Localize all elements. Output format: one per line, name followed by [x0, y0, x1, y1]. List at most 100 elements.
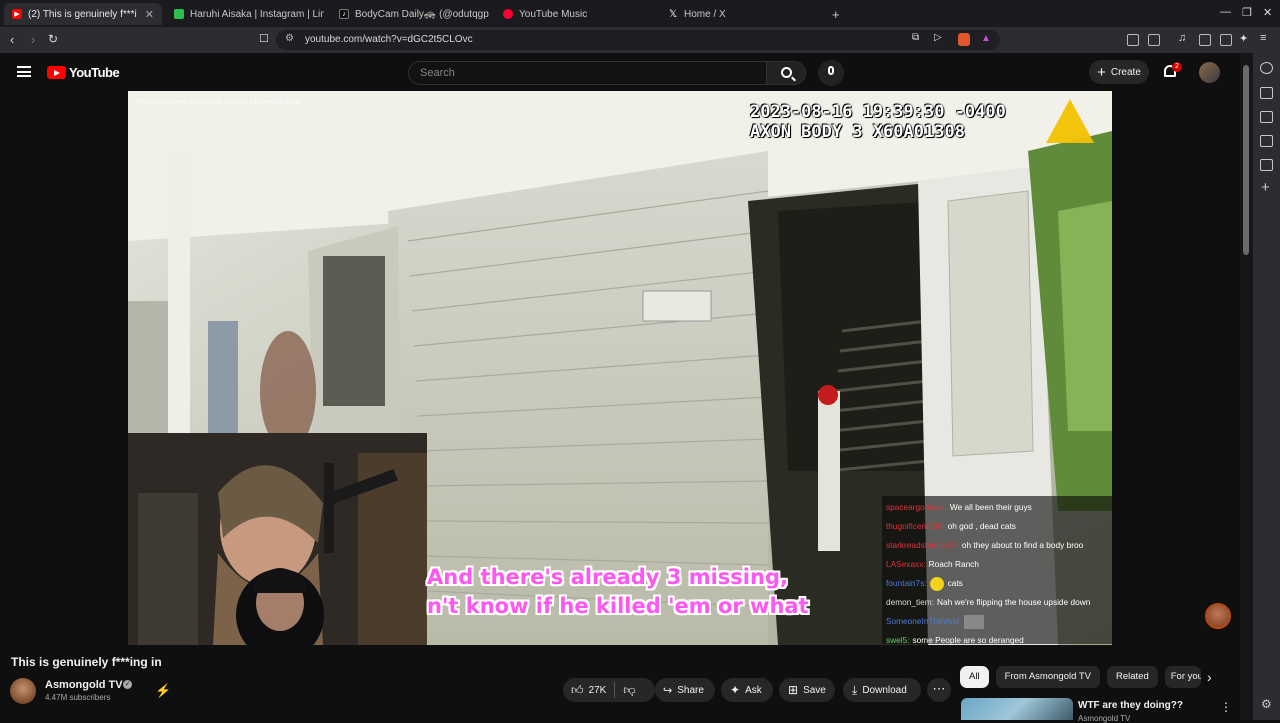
- tab-title: (2) This is genuinely f***i: [28, 8, 137, 20]
- youtube-logo[interactable]: YouTube: [47, 65, 120, 80]
- wallet-extension-icon[interactable]: [1220, 34, 1232, 46]
- reload-icon[interactable]: ↻: [48, 32, 58, 46]
- tab-youtube-music[interactable]: YouTube Music: [495, 3, 653, 25]
- sidebar-wallet-icon[interactable]: [1260, 87, 1273, 99]
- emote-icon: [964, 614, 985, 629]
- save-button[interactable]: ⊞ Save: [779, 678, 835, 702]
- chat-text: cats: [947, 578, 963, 588]
- chip-from-channel[interactable]: From Asmongold TV: [995, 666, 1100, 688]
- cast-icon[interactable]: ▷: [934, 32, 942, 43]
- floating-avatar-icon[interactable]: [1205, 603, 1231, 629]
- voice-search-button[interactable]: [818, 60, 844, 86]
- tab-instagram[interactable]: Haruhi Aisaka | Instagram | Lin: [166, 3, 324, 25]
- chat-username: fountain7s:: [886, 578, 927, 588]
- back-icon[interactable]: ‹: [10, 32, 14, 47]
- timestamp-line-1: 2023-08-16 19:39:30 -0400: [750, 102, 1006, 122]
- channel-name[interactable]: Asmongold TV: [45, 679, 123, 691]
- axon-logo-icon: [1046, 99, 1094, 143]
- sidebar-history-icon[interactable]: [1260, 159, 1273, 171]
- chat-text: some People are so deranged: [912, 635, 1024, 645]
- chat-message: LASexaxx: Roach Ranch: [886, 555, 1108, 574]
- chat-message: fountain7s: cats: [886, 574, 1108, 593]
- subtitle-line-2: n't know if he killed 'em or what: [427, 594, 809, 618]
- tab-x[interactable]: 𝕏 Home / X: [660, 3, 818, 25]
- channel-avatar[interactable]: [10, 678, 36, 704]
- sidebar-settings-icon[interactable]: ⚙: [1261, 697, 1272, 711]
- save-playlist-icon: ⊞: [788, 683, 799, 697]
- tab-title: YouTube Music: [519, 8, 588, 20]
- hype-icon[interactable]: ⚡: [155, 683, 171, 699]
- youtube-play-icon: [47, 66, 66, 79]
- like-button[interactable]: 👍︎ 27K: [563, 678, 614, 702]
- bookmark-icon[interactable]: ☐: [259, 32, 269, 45]
- sidebar-bookmarks-icon[interactable]: [1260, 111, 1273, 123]
- chat-message: thugnificent208: oh god , dead cats: [886, 517, 1108, 536]
- search-button[interactable]: [766, 61, 806, 85]
- chat-text: We all been their guys: [949, 502, 1032, 512]
- chat-username: SomeoneInTheVoid:: [886, 616, 962, 626]
- hamburger-menu-icon[interactable]: [17, 66, 31, 77]
- minimize-icon[interactable]: —: [1220, 6, 1231, 18]
- create-button[interactable]: + Create: [1089, 60, 1149, 84]
- sidebar-toggle-icon[interactable]: [1199, 34, 1211, 46]
- recommended-video-title[interactable]: WTF are they doing??: [1078, 700, 1183, 711]
- sidebar-add-icon[interactable]: +: [1261, 179, 1270, 196]
- chat-text: Roach Ranch: [928, 559, 979, 569]
- ask-button[interactable]: ✦ Ask: [721, 678, 773, 702]
- site-info-icon[interactable]: ⚙: [285, 33, 294, 44]
- recommendation-chips: All From Asmongold TV Related For you: [960, 666, 1201, 688]
- linktree-favicon-icon: [174, 9, 184, 19]
- microphone-icon: [828, 66, 834, 75]
- brave-shield-icon[interactable]: [958, 33, 970, 46]
- share-button[interactable]: ↪ Share: [655, 678, 715, 702]
- chip-related[interactable]: Related: [1106, 666, 1158, 688]
- ask-label: Ask: [745, 684, 762, 696]
- url-text: youtube.com/watch?v=dGC2t5CLOvc: [305, 34, 473, 45]
- chat-username: starkreadsthetch19:: [886, 540, 959, 550]
- new-tab-button[interactable]: +: [824, 3, 844, 25]
- forward-icon[interactable]: ›: [31, 32, 35, 47]
- chip-for-you[interactable]: For you: [1164, 666, 1201, 688]
- page-scrollbar[interactable]: [1240, 53, 1253, 720]
- download-button[interactable]: ⤓ Download: [843, 678, 921, 702]
- sidebar-reading-list-icon[interactable]: [1260, 135, 1273, 147]
- menu-icon[interactable]: ≡: [1260, 32, 1266, 44]
- dislike-button[interactable]: 👎︎: [615, 678, 643, 702]
- more-actions-icon[interactable]: ⋯: [927, 678, 951, 702]
- maximize-icon[interactable]: ❐: [1242, 6, 1252, 19]
- rewards-icon[interactable]: ▲: [981, 33, 991, 44]
- chat-text: Nah we're flipping the house upside down: [936, 597, 1091, 607]
- stream-chat-overlay: spaceargothaxx: We all been their guys th…: [882, 496, 1112, 645]
- tab-youtube-video[interactable]: ▶ (2) This is genuinely f***i ✕: [4, 3, 162, 25]
- chat-message: spaceargothaxx: We all been their guys: [886, 498, 1108, 517]
- chevron-right-icon[interactable]: ›: [1207, 669, 1212, 685]
- save-label: Save: [803, 684, 826, 696]
- chat-text: oh they about to find a body broo: [961, 540, 1084, 550]
- chip-all[interactable]: All: [960, 666, 989, 688]
- youtube-music-favicon-icon: [503, 9, 513, 19]
- search-input[interactable]: [420, 67, 750, 79]
- tab-title: BodyCam Daily🚓 (@odutqgp71: [355, 8, 489, 20]
- wallet-icon[interactable]: [1148, 34, 1160, 46]
- video-player[interactable]: Police Discover Kidnapped Woman Chained …: [128, 91, 1112, 645]
- close-window-icon[interactable]: ✕: [1263, 6, 1272, 19]
- url-field[interactable]: ⚙ youtube.com/watch?v=dGC2t5CLOvc: [276, 30, 1000, 50]
- like-dislike-group: 👍︎ 27K 👎︎: [563, 678, 655, 702]
- tab-tiktok[interactable]: ♪ BodyCam Daily🚓 (@odutqgp71: [331, 3, 489, 25]
- leo-ai-icon[interactable]: ✦: [1239, 32, 1248, 45]
- sidebar-leo-icon[interactable]: [1260, 62, 1273, 74]
- browser-sidebar: + ⚙: [1253, 53, 1280, 720]
- recommended-more-icon[interactable]: ⋮: [1220, 700, 1232, 714]
- webcam-scene: [128, 433, 427, 645]
- scrollbar-thumb[interactable]: [1243, 65, 1249, 255]
- music-icon[interactable]: ♫: [1178, 32, 1186, 44]
- account-avatar[interactable]: [1199, 62, 1220, 83]
- extensions-icon[interactable]: [1127, 34, 1139, 46]
- address-toolbar: ‹ › ↻ ☐ ⚙ youtube.com/watch?v=dGC2t5CLOv…: [0, 27, 1280, 53]
- recommended-video-thumbnail[interactable]: [961, 698, 1073, 720]
- chat-username: spaceargothaxx:: [886, 502, 947, 512]
- close-tab-icon[interactable]: ✕: [139, 8, 154, 21]
- open-in-app-icon[interactable]: ⧉: [912, 32, 919, 43]
- chat-username: LASexaxx:: [886, 559, 926, 569]
- subscriber-count: 4.47M subscribers: [45, 693, 111, 702]
